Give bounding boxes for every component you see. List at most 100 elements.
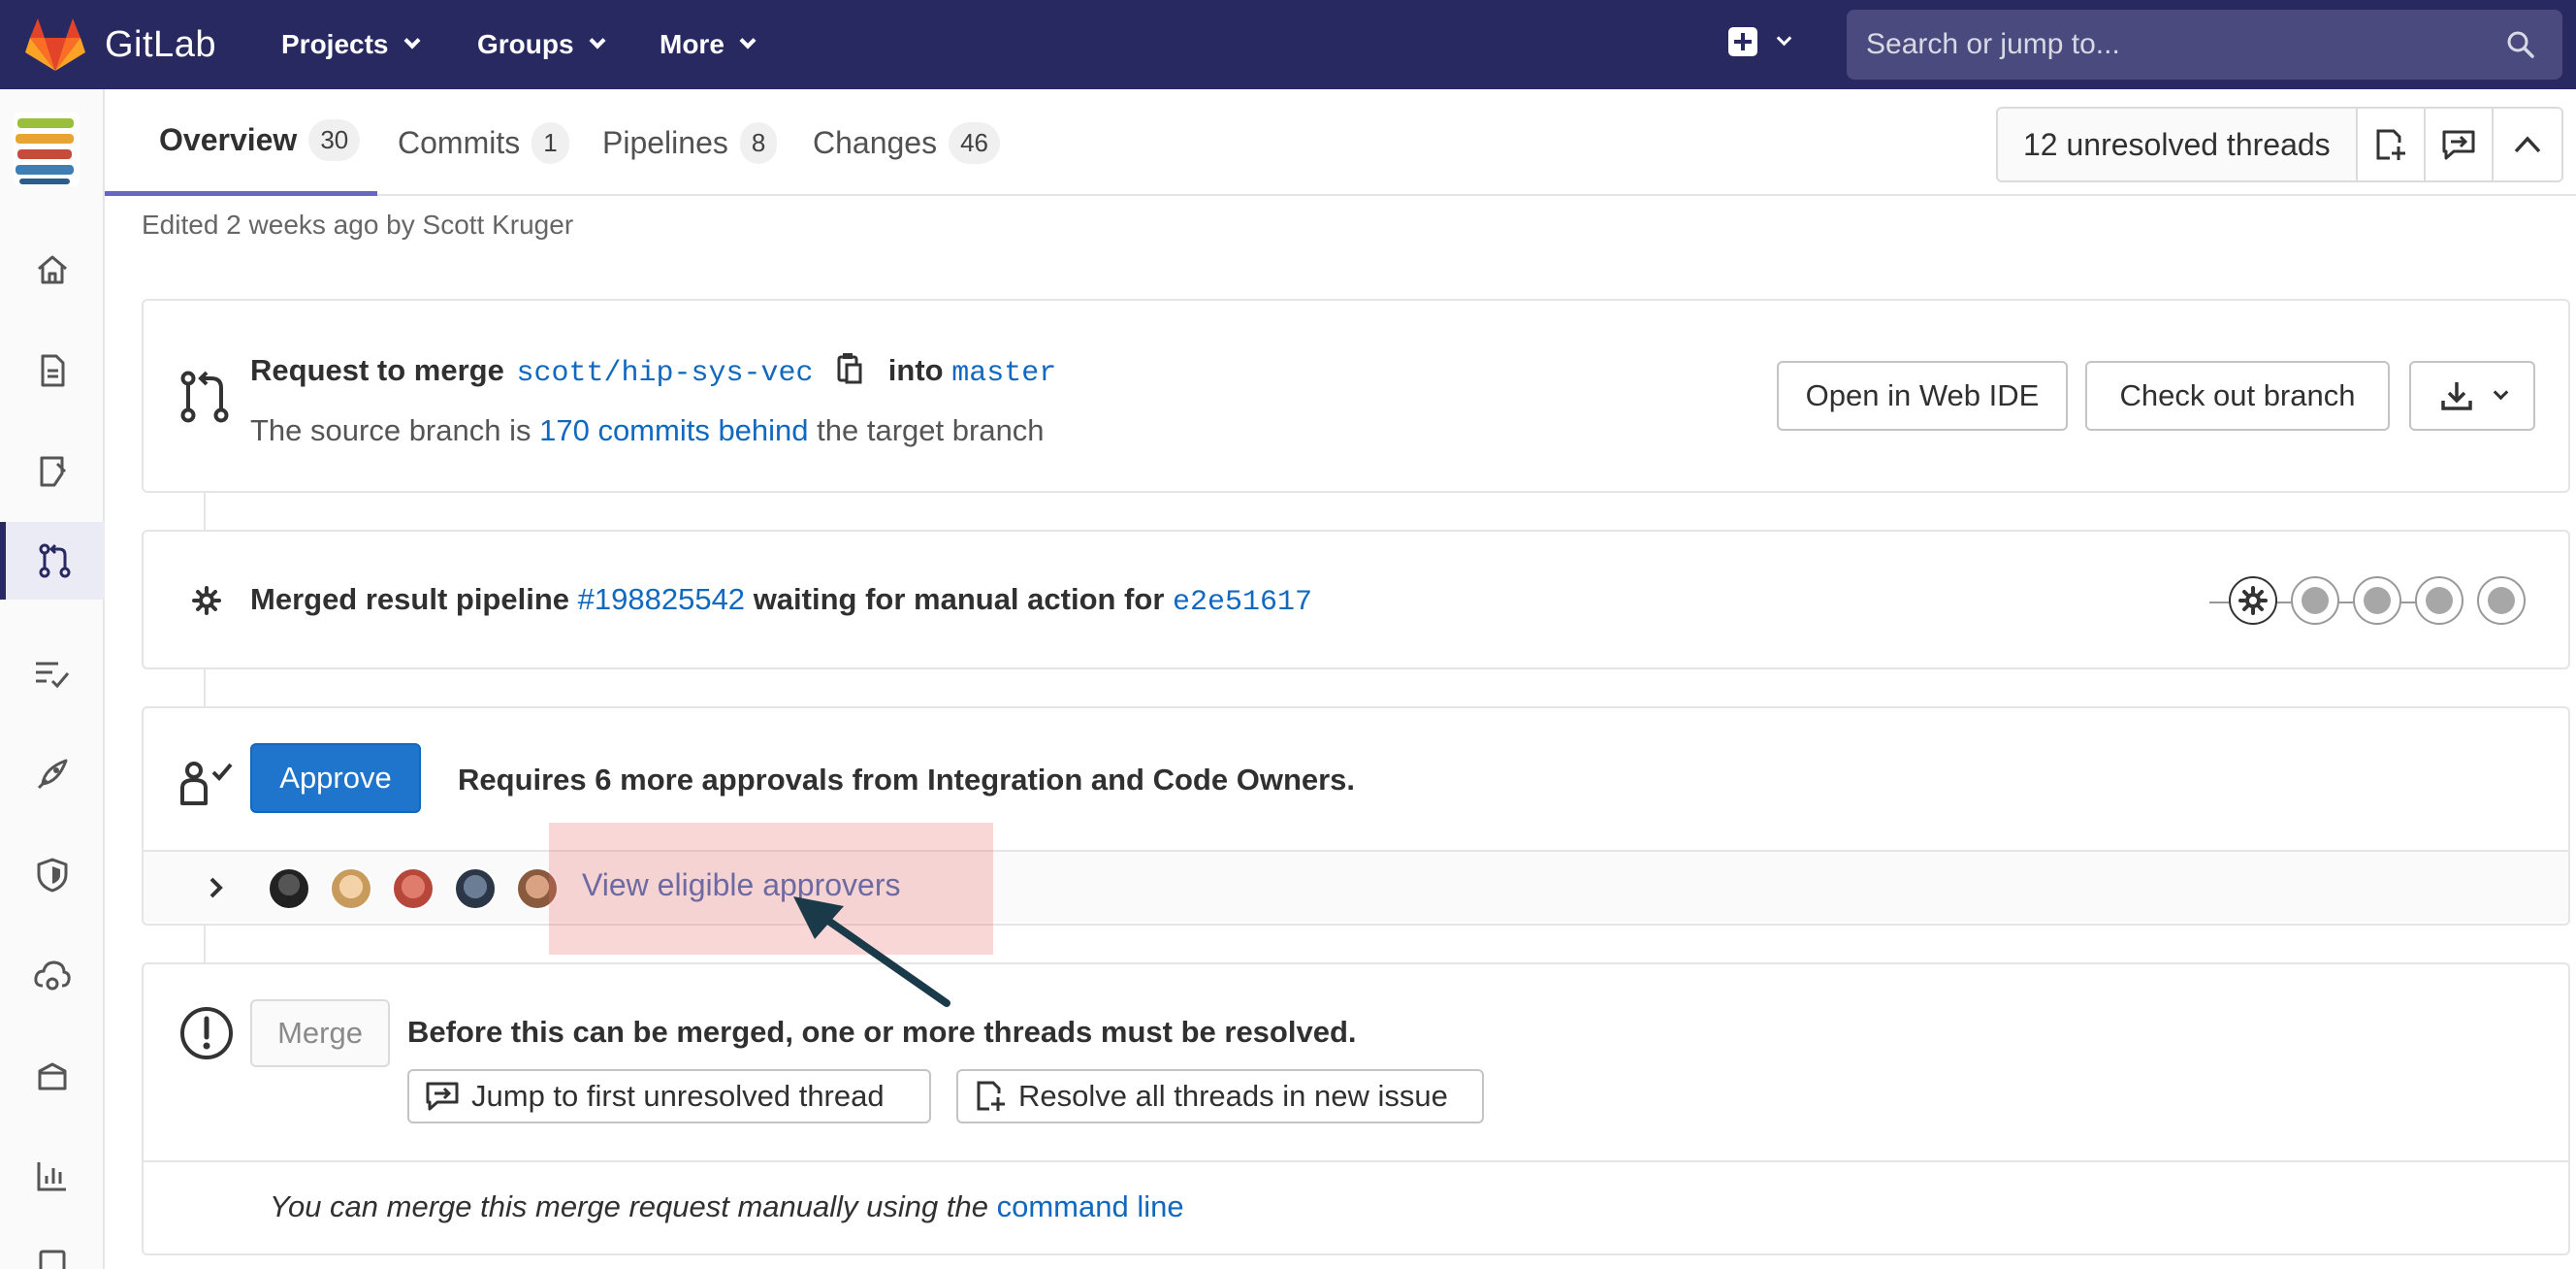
- status-prefix: The source branch is: [250, 413, 531, 447]
- branch-status-line: The source branch is 170 commits behind …: [250, 413, 1045, 448]
- sidebar-item-project-overview[interactable]: [0, 231, 105, 309]
- chevron-down-icon: [403, 32, 420, 49]
- merge-button[interactable]: Merge: [250, 999, 390, 1067]
- annotation-arrow-icon: [793, 896, 950, 1007]
- avatar[interactable]: [268, 867, 310, 910]
- count-badge: 1: [531, 121, 569, 164]
- resolve-in-issue-button[interactable]: [2357, 109, 2426, 180]
- stage-status-dot: [2426, 587, 2453, 614]
- pipeline-stage-manual[interactable]: [2229, 576, 2277, 625]
- sidebar-item-packages[interactable]: [0, 1038, 105, 1116]
- chevron-down-icon: [589, 32, 606, 49]
- jump-to-first-unresolved-thread-button[interactable]: Jump to first unresolved thread: [407, 1069, 931, 1123]
- pipeline-stage-created[interactable]: [2353, 576, 2401, 625]
- gitlab-home-link[interactable]: GitLab: [25, 0, 216, 89]
- tab-label: Overview: [159, 122, 298, 157]
- avatar[interactable]: [454, 867, 497, 910]
- chevron-right-icon[interactable]: [208, 875, 225, 900]
- approval-requirement: Requires 6 more approvals from Integrati…: [458, 763, 1356, 797]
- stage-status-dot: [2488, 587, 2515, 614]
- sidebar-item-security[interactable]: [0, 836, 105, 914]
- pipeline-stage-created[interactable]: [2291, 576, 2339, 625]
- widget-connector: [204, 669, 206, 706]
- gear-icon: [2238, 586, 2268, 615]
- command-line-link[interactable]: command line: [997, 1189, 1184, 1223]
- sidebar-item-requirements[interactable]: [0, 634, 105, 712]
- cloud-gear-icon: [34, 960, 71, 991]
- avatar[interactable]: [330, 867, 372, 910]
- pipeline-stage-created[interactable]: [2415, 576, 2463, 625]
- pipeline-stage-created[interactable]: [2477, 576, 2526, 625]
- resolve-all-threads-button[interactable]: Resolve all threads in new issue: [956, 1069, 1484, 1123]
- issue-new-icon: [977, 1081, 1005, 1111]
- sidebar-item-analytics[interactable]: [0, 1137, 105, 1215]
- nav-more-menu[interactable]: More: [660, 0, 757, 89]
- nav-groups-menu[interactable]: Groups: [477, 0, 606, 89]
- manual-merge-hint: You can merge this merge request manuall…: [270, 1189, 1184, 1224]
- unresolved-threads-count: 12 unresolved threads: [1998, 109, 2358, 180]
- approvers-list-bar: View eligible approvers: [144, 850, 2568, 922]
- tab-commits[interactable]: Commits 1: [398, 89, 569, 196]
- sidebar-item-repository[interactable]: [0, 332, 105, 409]
- collapse-threads-button[interactable]: [2493, 109, 2561, 180]
- commit-sha-link[interactable]: e2e51617: [1173, 586, 1312, 619]
- stage-status-dot: [2364, 587, 2391, 614]
- search-box[interactable]: [1847, 10, 2562, 80]
- sidebar-item-ci-cd[interactable]: [0, 735, 105, 813]
- jump-to-next-thread-button[interactable]: [2425, 109, 2494, 180]
- chevron-down-icon: [1776, 30, 1792, 46]
- stage-status-dot: [2302, 587, 2329, 614]
- count-badge: 8: [739, 121, 778, 164]
- merge-info-widget: Request to merge scott/hip-sys-vec into …: [142, 299, 2570, 493]
- search-icon: [2507, 31, 2534, 58]
- merge-request-icon: [39, 543, 71, 578]
- sidebar-item-issues[interactable]: [0, 433, 105, 510]
- shield-icon: [37, 858, 68, 893]
- chevron-down-icon: [2493, 384, 2508, 400]
- tab-overview[interactable]: Overview 30: [105, 89, 378, 196]
- document-icon: [41, 354, 65, 387]
- sidebar-item-merge-requests[interactable]: [0, 522, 105, 600]
- comment-next-icon: [2442, 130, 2475, 160]
- search-input[interactable]: [1866, 28, 2487, 61]
- pipeline-middle: waiting for manual action for: [753, 582, 1165, 616]
- jump-thread-label: Jump to first unresolved thread: [471, 1079, 885, 1113]
- commits-behind-link[interactable]: 170 commits behind: [539, 413, 808, 447]
- sidebar-item-operations[interactable]: [0, 937, 105, 1015]
- check-out-branch-button[interactable]: Check out branch: [2085, 361, 2390, 431]
- download-dropdown-button[interactable]: [2409, 361, 2535, 431]
- new-item-dropdown[interactable]: [1728, 27, 1792, 56]
- target-branch-link[interactable]: master: [951, 357, 1056, 390]
- merge-request-icon: [180, 371, 229, 423]
- tab-pipelines[interactable]: Pipelines 8: [602, 89, 778, 196]
- list-check-icon: [36, 662, 70, 689]
- project-logo-icon: [16, 118, 74, 184]
- issues-icon: [40, 456, 67, 487]
- unresolved-threads-toolbar: 12 unresolved threads: [1996, 107, 2563, 182]
- warning-circle-icon: [180, 1007, 233, 1059]
- rocket-icon: [37, 759, 68, 790]
- plus-square-icon: [1728, 27, 1757, 56]
- project-sidebar: [0, 89, 105, 1269]
- project-avatar[interactable]: [14, 113, 80, 186]
- tab-label: Changes: [813, 124, 938, 160]
- tab-changes[interactable]: Changes 46: [813, 89, 1001, 196]
- package-icon: [38, 1062, 67, 1090]
- chevron-up-icon: [2514, 136, 2540, 153]
- book-icon: [39, 1250, 66, 1269]
- avatar[interactable]: [392, 867, 435, 910]
- edited-info: Edited 2 weeks ago by Scott Kruger: [142, 210, 574, 240]
- nav-more-label: More: [660, 29, 724, 59]
- into-label: into: [887, 353, 944, 387]
- source-branch-link[interactable]: scott/hip-sys-vec: [516, 357, 813, 390]
- request-to-merge-label: Request to merge: [250, 353, 504, 387]
- nav-projects-menu[interactable]: Projects: [281, 0, 420, 89]
- status-suffix: the target branch: [817, 413, 1045, 447]
- sidebar-item-wiki[interactable]: [0, 1230, 105, 1269]
- approve-button[interactable]: Approve: [250, 743, 421, 813]
- chart-icon: [37, 1162, 66, 1191]
- approval-icon: [180, 762, 233, 805]
- pipeline-id-link[interactable]: #198825542: [578, 582, 745, 616]
- open-in-web-ide-button[interactable]: Open in Web IDE: [1777, 361, 2068, 431]
- copy-branch-icon[interactable]: [837, 351, 862, 384]
